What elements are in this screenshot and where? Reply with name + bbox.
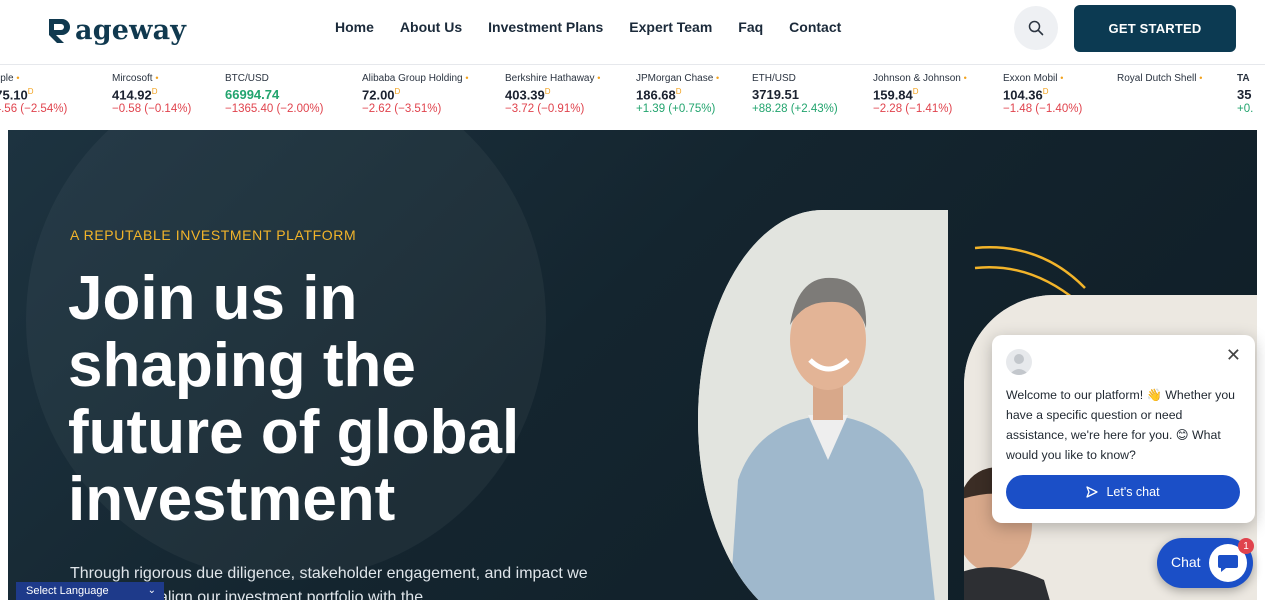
logo-mark-icon — [48, 19, 70, 43]
hero-title: Join us in shaping the future of global … — [68, 264, 520, 534]
lets-chat-button[interactable]: Let's chat — [1006, 475, 1240, 509]
search-button[interactable] — [1014, 6, 1058, 50]
chat-launcher-label: Chat — [1171, 554, 1201, 570]
send-icon — [1086, 486, 1099, 498]
agent-avatar — [1006, 349, 1032, 375]
search-icon — [1028, 20, 1044, 36]
ticker-item-johnson[interactable]: Johnson & Johnson • 159.84D −2.28 (−1.41… — [873, 73, 1003, 115]
ticker-item-jpmorgan[interactable]: JPMorgan Chase • 186.68D +1.39 (+0.75%) — [636, 73, 766, 115]
ticker-item-apple[interactable]: Apple • 175.10D −4.56 (−2.54%) — [0, 73, 118, 115]
ticker-item-microsoft[interactable]: Mircosoft • 414.92D −0.58 (−0.14%) — [112, 73, 242, 115]
chat-unread-badge: 1 — [1238, 538, 1254, 554]
close-icon[interactable]: ✕ — [1226, 345, 1241, 366]
chat-popup: ✕ Welcome to our platform! 👋 Whether you… — [992, 335, 1255, 523]
language-select[interactable]: Select Language ⌄ — [16, 582, 164, 600]
ticker-item-partial[interactable]: TA 35 +0. — [1237, 73, 1265, 115]
hero-tagline: A REPUTABLE INVESTMENT PLATFORM — [70, 227, 357, 243]
site-header: ageway Home About Us Investment Plans Ex… — [0, 0, 1265, 64]
ticker-item-exxon[interactable]: Exxon Mobil • 104.36D −1.48 (−1.40%) — [1003, 73, 1133, 115]
main-nav: Home About Us Investment Plans Expert Te… — [335, 19, 867, 35]
nav-home[interactable]: Home — [335, 19, 374, 35]
ticker-item-shell[interactable]: Royal Dutch Shell • — [1117, 73, 1247, 84]
nav-investment-plans[interactable]: Investment Plans — [488, 19, 603, 35]
nav-contact[interactable]: Contact — [789, 19, 841, 35]
get-started-button[interactable]: GET STARTED — [1074, 5, 1236, 52]
chat-welcome-message: Welcome to our platform! 👋 Whether you h… — [1006, 388, 1235, 462]
nav-about-us[interactable]: About Us — [400, 19, 462, 35]
nav-faq[interactable]: Faq — [738, 19, 763, 35]
hero-photo-main — [698, 210, 948, 600]
ticker-item-alibaba[interactable]: Alibaba Group Holding • 72.00D −2.62 (−3… — [362, 73, 492, 115]
user-icon — [1009, 354, 1029, 375]
ticker-item-btc-usd[interactable]: BTC/USD 66994.74 −1365.40 (−2.00%) — [225, 73, 355, 115]
ticker-item-berkshire[interactable]: Berkshire Hathaway • 403.39D −3.72 (−0.9… — [505, 73, 635, 115]
logo[interactable]: ageway — [44, 10, 186, 50]
logo-text: ageway — [75, 14, 187, 46]
ticker-item-eth-usd[interactable]: ETH/USD 3719.51 +88.28 (+2.43%) — [752, 73, 882, 115]
chevron-down-icon: ⌄ — [147, 585, 156, 596]
nav-expert-team[interactable]: Expert Team — [629, 19, 712, 35]
stock-ticker: Apple • 175.10D −4.56 (−2.54%) Mircosoft… — [0, 64, 1265, 130]
person-illustration — [698, 210, 948, 600]
